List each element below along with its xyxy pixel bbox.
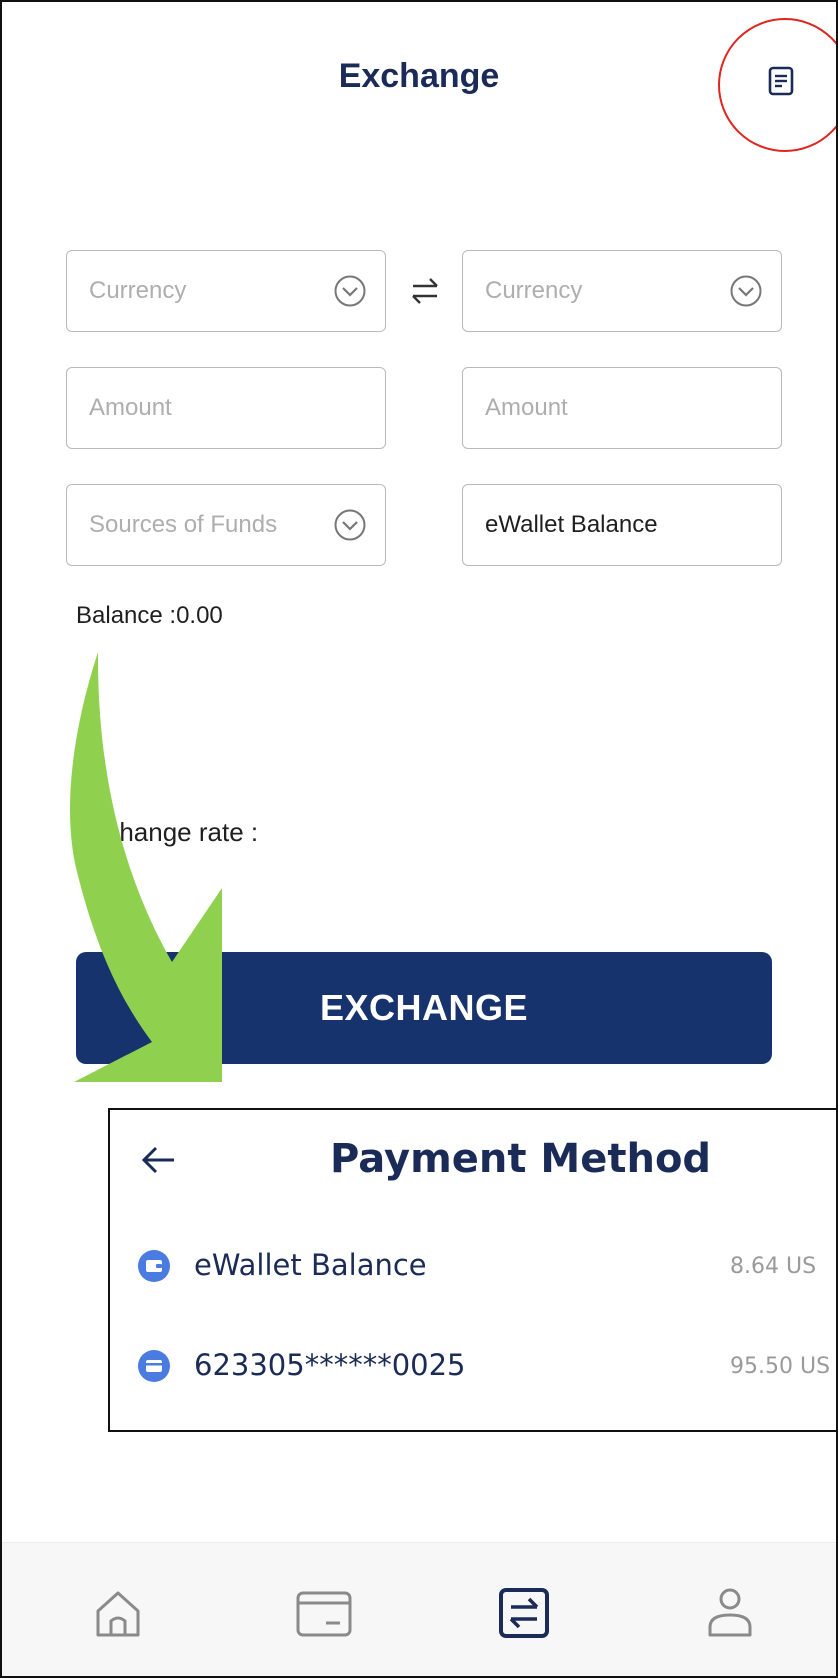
home-icon [96, 1591, 140, 1637]
nav-home[interactable] [86, 1581, 150, 1645]
page-title: Exchange [338, 57, 500, 95]
payment-method-title: Payment Method [330, 1136, 712, 1182]
payment-option-name: 623305******0025 [194, 1348, 466, 1382]
balance-text: Balance :0.00 [76, 602, 223, 629]
from-amount-input[interactable]: Amount [66, 367, 386, 449]
back-arrow-icon[interactable] [138, 1140, 178, 1180]
payment-option-amount: 8.64 US [730, 1254, 817, 1279]
chevron-down-icon [334, 509, 366, 541]
source-of-funds-select[interactable]: Sources of Funds [66, 484, 386, 566]
from-currency-placeholder: Currency [89, 277, 187, 304]
payment-option-amount: 95.50 US [730, 1354, 831, 1379]
to-amount-placeholder: Amount [485, 394, 568, 421]
chevron-down-icon [730, 275, 762, 307]
profile-icon [708, 1588, 752, 1637]
exchange-button[interactable]: EXCHANGE [76, 952, 772, 1064]
swap-arrows-icon[interactable] [408, 274, 442, 308]
nav-wallet[interactable] [292, 1581, 356, 1645]
payment-option-name: eWallet Balance [194, 1248, 427, 1282]
from-currency-select[interactable]: Currency [66, 250, 386, 332]
from-amount-placeholder: Amount [89, 394, 172, 421]
exchange-rate-label: Exchange rate : [76, 817, 259, 847]
app-screen: Exchange Currency Currency Amount Amount… [0, 0, 838, 1678]
nav-profile[interactable] [698, 1581, 762, 1645]
chevron-down-icon [334, 275, 366, 307]
source-of-funds-placeholder: Sources of Funds [89, 511, 278, 538]
to-currency-select[interactable]: Currency [462, 250, 782, 332]
payment-option-card[interactable]: 623305******0025 95.50 US [138, 1336, 836, 1396]
payment-option-ewallet[interactable]: eWallet Balance 8.64 US [138, 1236, 836, 1296]
payment-method-panel: Payment Method eWallet Balance 8.64 US 6… [108, 1108, 836, 1432]
nav-exchange[interactable] [492, 1581, 556, 1645]
to-currency-placeholder: Currency [485, 277, 583, 304]
destination-value: eWallet Balance [485, 511, 658, 538]
card-icon [138, 1350, 170, 1382]
to-amount-input[interactable]: Amount [462, 367, 782, 449]
destination-field[interactable]: eWallet Balance [462, 484, 782, 566]
wallet-icon [296, 1591, 352, 1637]
wallet-icon [138, 1250, 170, 1282]
highlight-circle [718, 18, 836, 152]
exchange-icon [499, 1588, 549, 1638]
bottom-nav [2, 1542, 836, 1676]
